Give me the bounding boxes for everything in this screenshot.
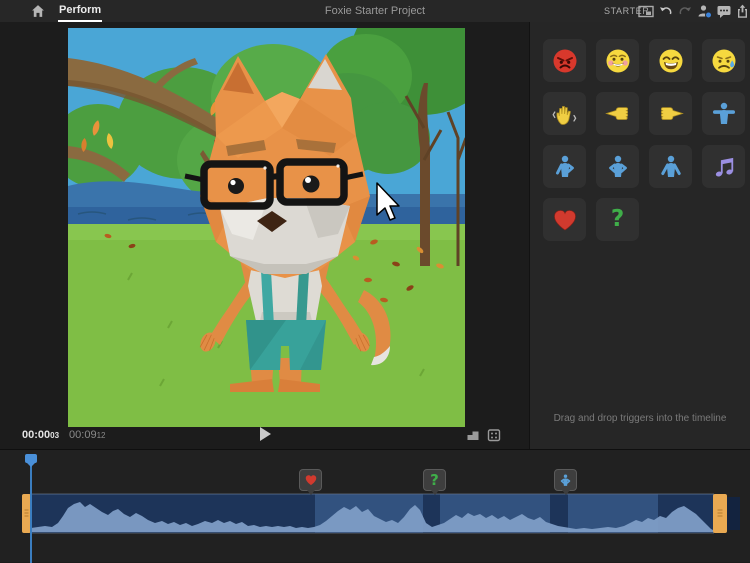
trigger-hands-on-hips-pose[interactable] [596, 145, 639, 188]
tab-perform[interactable]: Perform [58, 0, 102, 22]
timeline-marker-pose[interactable] [554, 469, 577, 491]
trigger-flushed-smile-face[interactable] [596, 39, 639, 82]
feedback-button[interactable] [716, 4, 732, 19]
question-mark-icon: ? [430, 473, 439, 488]
trigger-waving-hand[interactable] [543, 92, 586, 135]
current-frames: 03 [50, 431, 59, 440]
trigger-t-pose[interactable] [702, 92, 745, 135]
undo-icon [659, 4, 673, 18]
pip-view-button[interactable] [638, 4, 654, 19]
trigger-angry-face[interactable] [543, 39, 586, 82]
heart-icon [551, 206, 579, 234]
duration-time: 00:09 [69, 429, 97, 441]
t-pose-icon [710, 100, 738, 128]
timeline-marker-heart[interactable] [299, 469, 322, 491]
trigger-grinning-face[interactable] [649, 39, 692, 82]
steps-icon [466, 428, 480, 442]
feedback-bubble-icon [716, 4, 732, 19]
triggers-panel: ? Drag and drop triggers into the timeli… [529, 22, 750, 449]
playhead-line [30, 455, 32, 563]
play-button[interactable] [258, 426, 276, 444]
grinning-face-icon [657, 47, 685, 75]
top-bar: Perform Foxie Starter Project STARTER [0, 0, 750, 23]
trigger-music-notes[interactable] [702, 145, 745, 188]
home-button[interactable] [30, 4, 46, 18]
trigger-question-mark[interactable]: ? [596, 198, 639, 241]
music-notes-icon [710, 153, 738, 181]
undo-button[interactable] [659, 4, 675, 19]
point-left-hand-icon [604, 100, 632, 128]
hands-on-hips-pose-icon [604, 153, 632, 181]
timecode-display: 00:0003 00:0912 [22, 429, 105, 441]
trigger-sad-tear-face[interactable] [702, 39, 745, 82]
hand-on-hip-pose-icon [551, 153, 579, 181]
flushed-smile-face-icon [604, 47, 632, 75]
duration-frames: 12 [97, 431, 106, 440]
share-button[interactable] [736, 4, 750, 19]
grid-texture-icon [487, 428, 501, 442]
timeline-marker-question[interactable]: ? [423, 469, 446, 491]
angry-face-icon [551, 47, 579, 75]
scene-viewer-pane: 00:0003 00:0912 [0, 22, 529, 449]
audio-clip-waveform [0, 450, 750, 563]
current-time: 00:00 [22, 429, 50, 441]
pip-view-icon [638, 4, 654, 19]
texture-toggle-button[interactable] [487, 428, 501, 442]
arms-down-pose-icon [657, 153, 685, 181]
sad-tear-face-icon [710, 47, 738, 75]
scene-artwork [68, 28, 465, 427]
hands-on-hips-pose-icon [558, 473, 573, 488]
play-icon [258, 426, 273, 442]
triggers-hint: Drag and drop triggers into the timeline [530, 413, 750, 424]
redo-button[interactable] [678, 4, 694, 19]
share-icon [736, 4, 749, 18]
trigger-point-right-hand[interactable] [649, 92, 692, 135]
redo-icon [678, 4, 692, 18]
home-icon [30, 4, 46, 18]
waving-hand-icon [551, 100, 579, 128]
question-mark-icon: ? [611, 208, 624, 231]
trigger-heart[interactable] [543, 198, 586, 241]
point-right-hand-icon [657, 100, 685, 128]
puppet-button[interactable] [697, 4, 713, 19]
clip-steps-button[interactable] [466, 428, 480, 442]
stage-canvas[interactable] [68, 28, 465, 427]
puppet-icon [697, 4, 712, 19]
trigger-point-left-hand[interactable] [596, 92, 639, 135]
heart-icon [304, 473, 318, 487]
trigger-hand-on-hip-pose[interactable] [543, 145, 586, 188]
playhead-handle[interactable] [25, 454, 37, 463]
timeline-panel[interactable]: ? [0, 449, 750, 562]
trigger-arms-down-pose[interactable] [649, 145, 692, 188]
